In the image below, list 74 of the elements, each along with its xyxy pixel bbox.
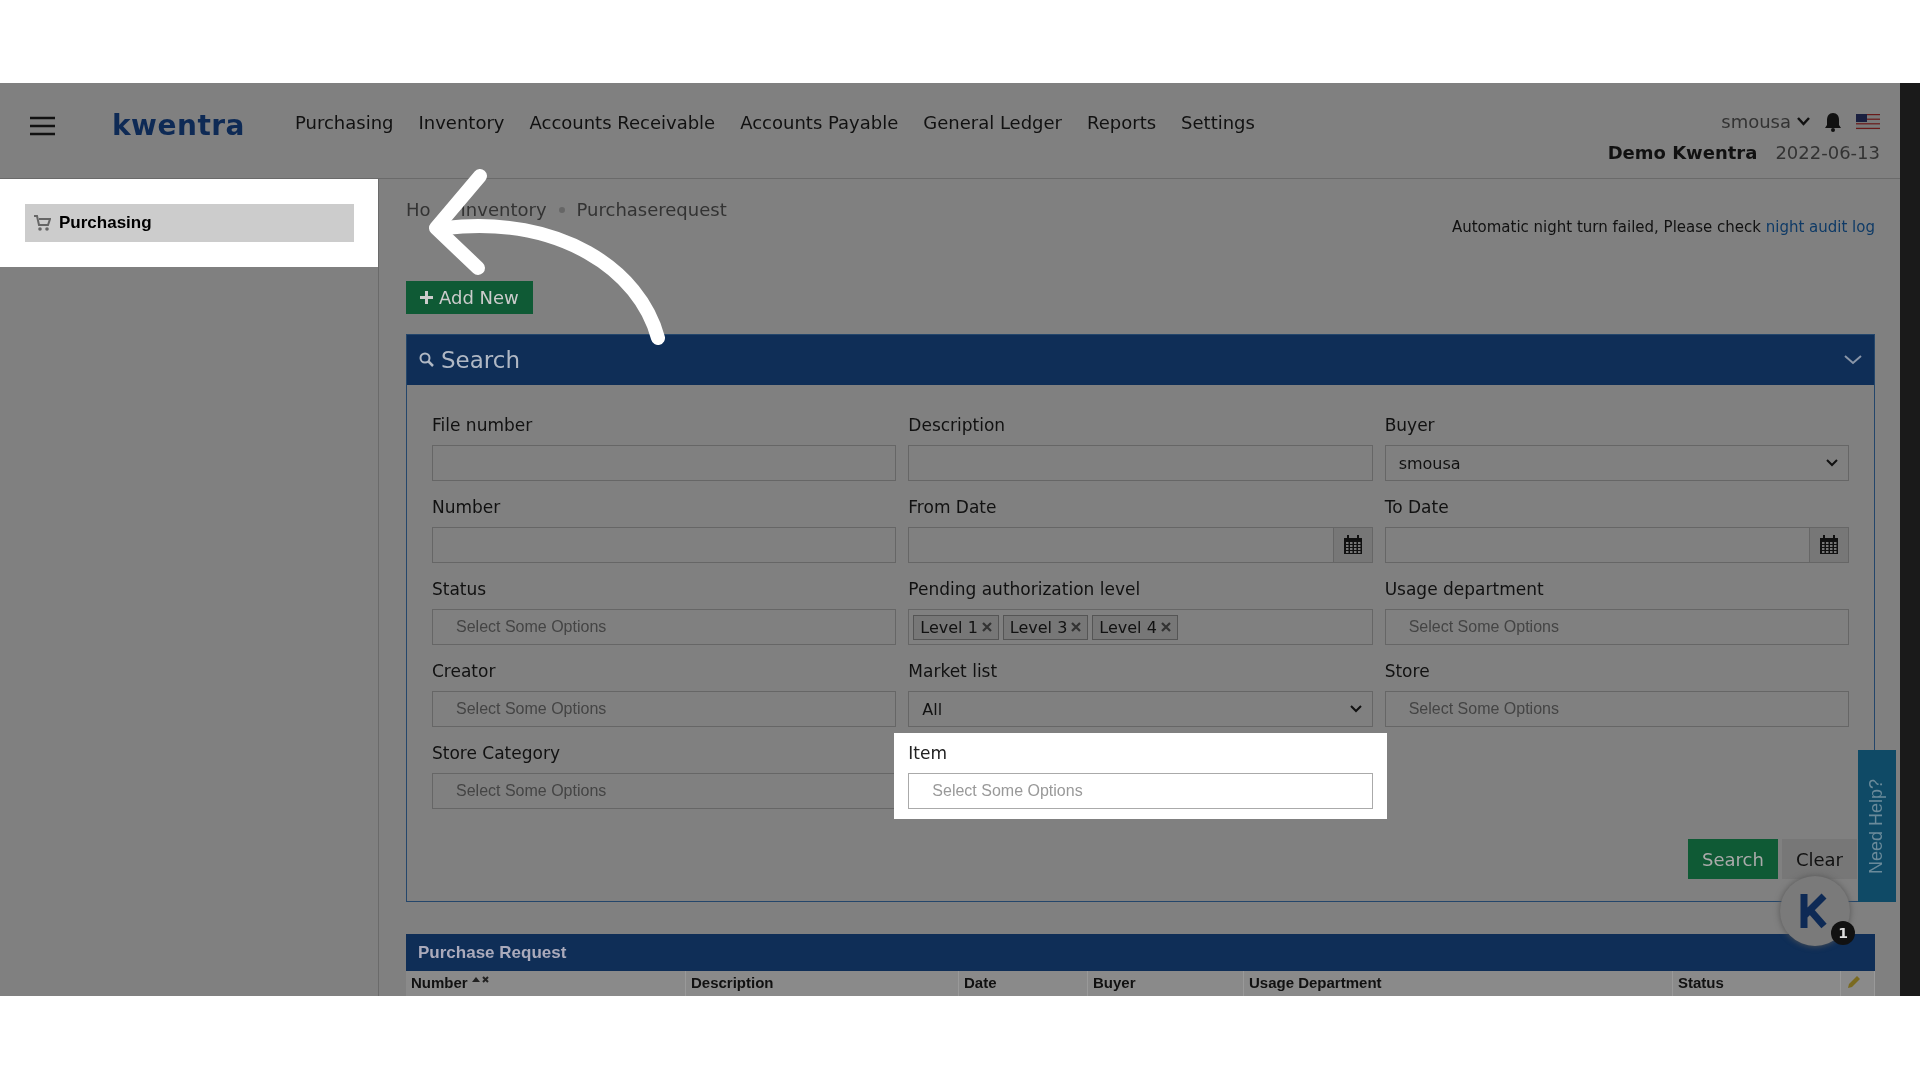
field-label: Buyer (1384, 415, 1436, 438)
pencil-icon[interactable] (1846, 974, 1862, 990)
bell-icon[interactable] (1824, 111, 1842, 132)
field-label: Creator (432, 661, 497, 684)
calendar-icon (1819, 535, 1839, 556)
multiselect-field[interactable]: Select Some Options (1384, 691, 1849, 728)
remove-icon[interactable] (1071, 622, 1082, 633)
breadcrumb-item[interactable]: Purchaserequest (576, 199, 727, 220)
sidebar-item[interactable]: Purchasing (25, 204, 354, 242)
caret-icon (1349, 705, 1362, 714)
audit-log-link[interactable]: night audit log (1765, 218, 1875, 236)
nav-item[interactable]: Inventory (418, 112, 505, 133)
date-field[interactable] (908, 527, 1373, 564)
caret-icon (1826, 459, 1838, 468)
multiselect-field[interactable]: Select Some Options (432, 773, 897, 810)
field-label: Store (1384, 661, 1431, 684)
date-field[interactable] (1384, 527, 1849, 564)
field-label: From Date (908, 497, 998, 520)
add-new-button[interactable]: Add New (406, 281, 533, 315)
cart-icon (33, 214, 51, 232)
text-field[interactable] (908, 445, 1373, 482)
text-field[interactable] (432, 527, 897, 564)
dropdown[interactable]: All (908, 691, 1373, 728)
caret-icon (1797, 117, 1810, 126)
field-label: Item (908, 743, 949, 766)
help-tab[interactable]: Need Help? (1858, 750, 1896, 902)
multiselect-field[interactable]: Level 1 Level 3 Level 4 (908, 609, 1373, 646)
field-label: Number (432, 497, 502, 520)
notice-text: Automatic night turn failed, Please check night audit log (1451, 218, 1875, 236)
nav-item[interactable]: Accounts Receivable (529, 112, 716, 133)
breadcrumb-item[interactable]: Ho (406, 199, 431, 220)
search-button[interactable]: Search (1688, 839, 1778, 880)
search-panel-header[interactable]: Search (407, 335, 1874, 386)
multiselect-field[interactable]: Select Some Options (908, 773, 1373, 810)
current-date: 2022-06-13 (1775, 142, 1880, 163)
plus-icon (420, 291, 433, 305)
calendar-icon (1342, 535, 1363, 556)
tag-chip: Level 1 (913, 614, 999, 640)
field-label: Pending authorization level (908, 579, 1142, 602)
tag-chip: Level 3 (1002, 614, 1089, 640)
scrollbar[interactable] (1900, 83, 1920, 996)
flag-icon[interactable] (1856, 113, 1880, 130)
chevron-icon[interactable] (1844, 355, 1862, 366)
search-icon (419, 352, 435, 369)
field-label: To Date (1384, 497, 1450, 520)
field-label: Usage department (1384, 579, 1545, 602)
nav-item[interactable]: Purchasing (295, 112, 394, 133)
clear-button[interactable]: Clear (1781, 839, 1857, 880)
sort-icon[interactable] (471, 974, 490, 984)
breadcrumb-item[interactable]: Inventory (460, 199, 547, 220)
separator-dot (558, 206, 565, 213)
remove-icon[interactable] (981, 622, 992, 633)
nav-item[interactable]: General Ledger (923, 112, 1063, 133)
field-label: Description (908, 415, 1007, 438)
field-label: Status (432, 579, 488, 602)
user-menu[interactable]: smousa (1721, 111, 1810, 132)
multiselect-field[interactable]: Select Some Options (1384, 609, 1849, 646)
field-label: File number (432, 415, 534, 438)
company-name: Demo Kwentra (1607, 142, 1758, 163)
field-label: Market list (908, 661, 999, 684)
remove-icon[interactable] (1160, 622, 1171, 633)
multiselect-field[interactable]: Select Some Options (432, 609, 897, 646)
menu-icon[interactable] (30, 116, 55, 136)
calendar-button[interactable] (1809, 528, 1848, 563)
nav-item[interactable]: Accounts Payable (740, 112, 899, 133)
nav-item[interactable]: Reports (1087, 112, 1157, 133)
nav-item[interactable]: Settings (1181, 112, 1255, 133)
dropdown[interactable]: smousa (1384, 445, 1849, 482)
field-label: Store Category (432, 743, 561, 766)
multiselect-field[interactable]: Select Some Options (432, 691, 897, 728)
tag-chip: Level 4 (1092, 614, 1178, 640)
calendar-button[interactable] (1332, 528, 1372, 563)
logo[interactable]: kwentra (112, 109, 245, 142)
text-field[interactable] (432, 445, 897, 482)
